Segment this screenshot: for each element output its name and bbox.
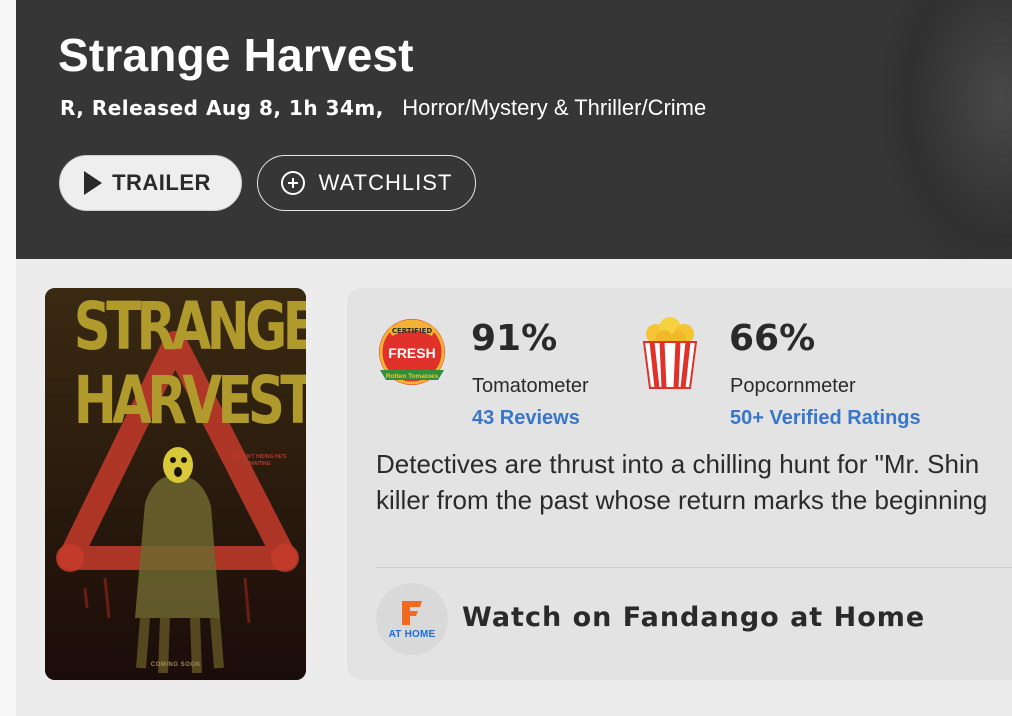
at-home-text: AT HOME bbox=[388, 629, 436, 640]
synopsis-line-2: killer from the past whose return marks … bbox=[376, 485, 988, 515]
release-info: R, Released Aug 8, 1h 34m, bbox=[60, 96, 384, 120]
trailer-label: TRAILER bbox=[112, 170, 211, 195]
hero-banner: Strange Harvest R, Released Aug 8, 1h 34… bbox=[16, 0, 1012, 259]
genre-list: Horror/Mystery & Thriller/Crime bbox=[402, 95, 707, 120]
popcornmeter-label: Popcornmeter bbox=[730, 375, 856, 397]
popcorn-icon bbox=[642, 317, 698, 389]
play-icon bbox=[84, 171, 103, 195]
watchlist-button[interactable]: WATCHLIST bbox=[257, 155, 476, 211]
watchlist-label: WATCHLIST bbox=[318, 170, 453, 195]
hero-backdrop-image bbox=[882, 0, 1012, 259]
plus-circle-icon bbox=[280, 171, 305, 195]
badge-fresh-text: FRESH bbox=[388, 345, 435, 361]
badge-certified-text: CERTIFIED bbox=[392, 327, 433, 335]
movie-meta: R, Released Aug 8, 1h 34m, Horror/Myster… bbox=[60, 95, 706, 121]
movie-synopsis: Detectives are thrust into a chilling hu… bbox=[376, 446, 1012, 526]
tomatometer-reviews-link[interactable]: 43 Reviews bbox=[472, 407, 580, 430]
tomatometer-label: Tomatometer bbox=[472, 375, 589, 397]
section-divider bbox=[376, 567, 1012, 568]
badge-brand-text: Rotten Tomatoes bbox=[386, 373, 439, 380]
left-page-strip bbox=[0, 0, 16, 716]
popcornmeter-percent: 66% bbox=[729, 318, 816, 359]
poster-tagline: HE ISN'T HIDING HE'S WAITING bbox=[233, 454, 287, 467]
fandango-f-icon bbox=[402, 601, 422, 625]
tomatometer-percent: 91% bbox=[471, 318, 558, 359]
poster-footer: COMING SOON bbox=[150, 662, 201, 668]
popcornmeter-ratings-link[interactable]: 50+ Verified Ratings bbox=[730, 407, 921, 430]
certified-fresh-icon: CERTIFIED FRESH Rotten Tomatoes bbox=[379, 319, 445, 385]
poster-title-text: STRANGE HARVEST bbox=[73, 288, 306, 439]
trailer-button[interactable]: TRAILER bbox=[59, 155, 242, 211]
movie-poster[interactable]: STRANGE HARVEST HE ISN'T HIDING HE'S WAI… bbox=[45, 288, 306, 680]
fandango-at-home-logo[interactable]: AT HOME bbox=[376, 583, 448, 655]
movie-title: Strange Harvest bbox=[58, 29, 414, 81]
synopsis-line-1: Detectives are thrust into a chilling hu… bbox=[376, 449, 980, 479]
watch-on-fandango-link[interactable]: Watch on Fandango at Home bbox=[462, 602, 925, 633]
